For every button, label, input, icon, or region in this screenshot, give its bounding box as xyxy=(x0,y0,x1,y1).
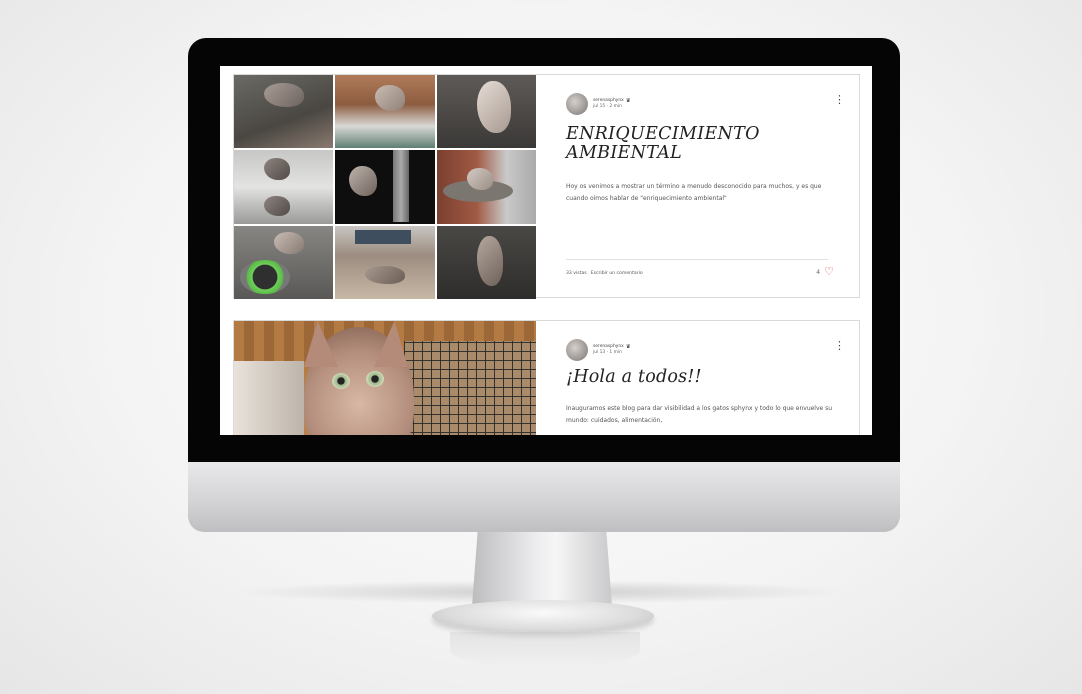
blog-screen: serenasphynx ♛ jul 15 · 2 min ⋮ ENRIQUEC… xyxy=(220,66,872,435)
post-body: serenasphynx ♛ jul 13 · 1 min ⋮ ¡Hola a … xyxy=(566,321,846,435)
avatar[interactable] xyxy=(566,339,588,361)
post-title[interactable]: ¡Hola a todos!! xyxy=(566,367,702,387)
monitor-stand-foot xyxy=(432,600,654,632)
collage-photo xyxy=(436,75,536,149)
monitor-chin xyxy=(188,462,900,532)
avatar[interactable] xyxy=(566,93,588,115)
more-options-icon[interactable]: ⋮ xyxy=(834,340,845,351)
monitor-stand-neck xyxy=(472,532,612,606)
post-title[interactable]: ENRIQUECIMIENTO AMBIENTAL xyxy=(566,125,836,163)
collage-photo xyxy=(234,150,334,224)
collage-photo xyxy=(335,225,435,299)
post-excerpt: Hoy os venimos a mostrar un término a me… xyxy=(566,183,822,202)
heart-icon[interactable]: ♡ xyxy=(824,266,834,278)
view-count: 33 vistas xyxy=(566,271,587,276)
post-stats: 33 vistas Escribir un comentario xyxy=(566,271,643,276)
collage-photo xyxy=(335,75,435,149)
like-count: 4 xyxy=(816,268,821,276)
divider xyxy=(566,259,828,260)
post-date: jul 13 · 1 min xyxy=(593,350,622,355)
blog-post-card[interactable]: serenasphynx ♛ jul 13 · 1 min ⋮ ¡Hola a … xyxy=(233,320,860,435)
post-cover-image[interactable] xyxy=(234,321,536,435)
post-image-collage[interactable] xyxy=(234,75,536,299)
post-body: serenasphynx ♛ jul 15 · 2 min ⋮ ENRIQUEC… xyxy=(566,75,846,299)
post-author-meta: serenasphynx ♛ jul 13 · 1 min xyxy=(566,337,631,363)
collage-photo xyxy=(436,150,536,224)
more-options-icon[interactable]: ⋮ xyxy=(834,94,845,105)
like-button[interactable]: 4 ♡ xyxy=(816,266,834,278)
post-author-meta: serenasphynx ♛ jul 15 · 2 min xyxy=(566,91,631,117)
collage-photo xyxy=(436,225,536,299)
blog-post-card[interactable]: serenasphynx ♛ jul 15 · 2 min ⋮ ENRIQUEC… xyxy=(233,74,860,299)
collage-photo xyxy=(234,75,334,149)
collage-photo xyxy=(335,150,435,224)
post-date: jul 15 · 2 min xyxy=(593,104,622,109)
post-excerpt: Inauguramos este blog para dar visibilid… xyxy=(566,405,833,424)
comment-link[interactable]: Escribir un comentario xyxy=(591,271,643,276)
stand-reflection xyxy=(450,632,640,668)
collage-photo xyxy=(234,225,334,299)
